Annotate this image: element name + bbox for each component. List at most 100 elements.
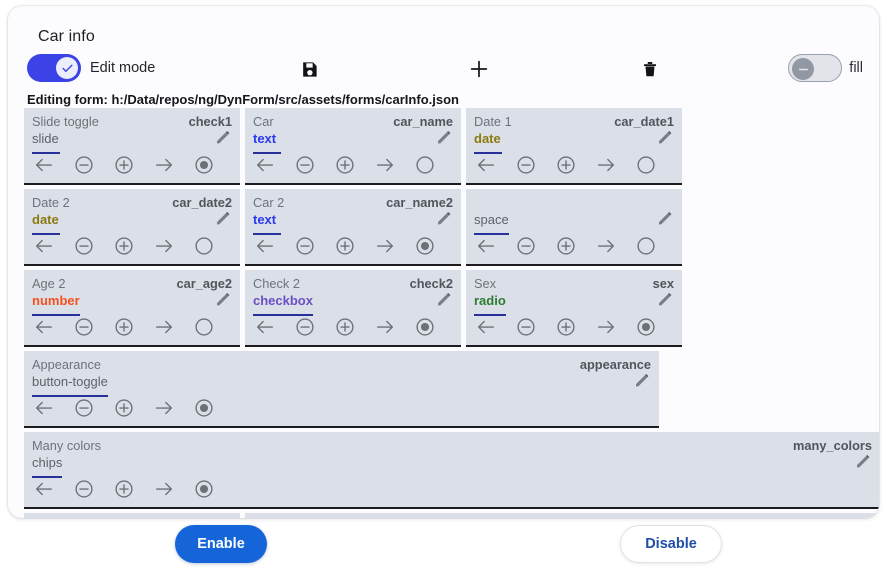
enable-button[interactable]: Enable	[175, 525, 267, 563]
circle-plus-icon[interactable]	[554, 315, 578, 339]
arrow-right-icon[interactable]	[152, 396, 176, 420]
arrow-left-icon[interactable]	[253, 153, 277, 177]
circle-plus-icon[interactable]	[112, 315, 136, 339]
arrow-left-icon[interactable]	[32, 315, 56, 339]
save-button[interactable]	[292, 56, 326, 82]
field-card[interactable]: space	[466, 189, 682, 266]
circle-minus-icon[interactable]	[293, 234, 317, 258]
circle-minus-icon[interactable]	[293, 153, 317, 177]
arrow-right-icon[interactable]	[152, 315, 176, 339]
circle-minus-icon[interactable]	[514, 315, 538, 339]
field-card[interactable]: City city autocomplete	[24, 513, 240, 518]
circle-plus-icon[interactable]	[333, 153, 357, 177]
edit-pencil-icon[interactable]	[435, 209, 453, 227]
arrow-right-icon[interactable]	[373, 234, 397, 258]
arrow-right-icon[interactable]	[152, 477, 176, 501]
field-card[interactable]: Many colors many_colors chips	[24, 432, 879, 509]
radio-circle-icon[interactable]	[192, 396, 216, 420]
radio-circle-icon[interactable]	[634, 234, 658, 258]
radio-circle-icon[interactable]	[634, 315, 658, 339]
field-card[interactable]: Date 1 car_date1 date	[466, 108, 682, 185]
edit-field-button[interactable]	[656, 290, 674, 313]
edit-field-button[interactable]	[435, 290, 453, 313]
edit-field-button[interactable]	[214, 128, 232, 151]
arrow-right-icon[interactable]	[594, 234, 618, 258]
arrow-left-icon[interactable]	[253, 315, 277, 339]
radio-circle-icon[interactable]	[413, 153, 437, 177]
arrow-left-icon[interactable]	[32, 477, 56, 501]
edit-pencil-icon[interactable]	[435, 290, 453, 308]
circle-plus-icon[interactable]	[112, 477, 136, 501]
circle-plus-icon[interactable]	[554, 234, 578, 258]
edit-pencil-icon[interactable]	[656, 209, 674, 227]
edit-field-button[interactable]	[633, 371, 651, 394]
arrow-left-icon[interactable]	[253, 234, 277, 258]
field-card[interactable]: Age 2 car_age2 number	[24, 270, 240, 347]
edit-field-button[interactable]	[214, 290, 232, 313]
arrow-right-icon[interactable]	[594, 315, 618, 339]
disable-button[interactable]: Disable	[620, 525, 722, 563]
arrow-left-icon[interactable]	[474, 315, 498, 339]
arrow-left-icon[interactable]	[474, 234, 498, 258]
circle-minus-icon[interactable]	[72, 234, 96, 258]
arrow-left-icon[interactable]	[32, 153, 56, 177]
arrow-right-icon[interactable]	[152, 153, 176, 177]
field-card[interactable]: Car car_name text	[245, 108, 461, 185]
radio-circle-icon[interactable]	[192, 315, 216, 339]
arrow-right-icon[interactable]	[594, 153, 618, 177]
edit-pencil-icon[interactable]	[854, 452, 872, 470]
edit-field-button[interactable]	[214, 209, 232, 232]
arrow-left-icon[interactable]	[32, 396, 56, 420]
edit-pencil-icon[interactable]	[435, 128, 453, 146]
field-card[interactable]: Check 2 check2 checkbox	[245, 270, 461, 347]
circle-plus-icon[interactable]	[112, 234, 136, 258]
circle-plus-icon[interactable]	[112, 153, 136, 177]
radio-circle-icon[interactable]	[413, 234, 437, 258]
edit-field-button[interactable]	[854, 452, 872, 475]
add-field-button[interactable]	[462, 56, 496, 82]
radio-circle-icon[interactable]	[634, 153, 658, 177]
edit-mode-switch[interactable]	[27, 54, 81, 82]
arrow-left-icon[interactable]	[474, 153, 498, 177]
field-card[interactable]: Sex sex radio	[466, 270, 682, 347]
circle-minus-icon[interactable]	[514, 234, 538, 258]
arrow-right-icon[interactable]	[373, 153, 397, 177]
circle-minus-icon[interactable]	[72, 153, 96, 177]
circle-plus-icon[interactable]	[112, 396, 136, 420]
fill-switch[interactable]	[788, 54, 843, 82]
delete-button[interactable]	[633, 56, 667, 82]
circle-plus-icon[interactable]	[554, 153, 578, 177]
field-card[interactable]: Slide toggle check1 slide	[24, 108, 240, 185]
edit-pencil-icon[interactable]	[633, 371, 651, 389]
edit-field-button[interactable]	[656, 128, 674, 151]
edit-field-button[interactable]	[656, 209, 674, 232]
arrow-left-icon[interactable]	[32, 234, 56, 258]
circle-minus-icon[interactable]	[514, 153, 538, 177]
edit-pencil-icon[interactable]	[656, 128, 674, 146]
edit-field-button[interactable]	[435, 128, 453, 151]
edit-mode-toggle-group[interactable]: Edit mode	[27, 54, 155, 82]
edit-pencil-icon[interactable]	[214, 290, 232, 308]
field-card[interactable]: Possible colors pcolor button-toggle-mul…	[245, 513, 879, 518]
circle-minus-icon[interactable]	[293, 315, 317, 339]
radio-circle-icon[interactable]	[413, 315, 437, 339]
field-card-type: radio	[474, 293, 506, 308]
circle-plus-icon[interactable]	[333, 315, 357, 339]
circle-plus-icon[interactable]	[333, 234, 357, 258]
radio-circle-icon[interactable]	[192, 234, 216, 258]
circle-minus-icon[interactable]	[72, 315, 96, 339]
fill-toggle-group[interactable]: fill	[788, 54, 863, 82]
field-card[interactable]: Date 2 car_date2 date	[24, 189, 240, 266]
arrow-right-icon[interactable]	[373, 315, 397, 339]
edit-pencil-icon[interactable]	[214, 209, 232, 227]
edit-pencil-icon[interactable]	[214, 128, 232, 146]
field-card[interactable]: Car 2 car_name2 text	[245, 189, 461, 266]
arrow-right-icon[interactable]	[152, 234, 176, 258]
circle-minus-icon[interactable]	[72, 477, 96, 501]
edit-pencil-icon[interactable]	[656, 290, 674, 308]
field-card[interactable]: Appearance appearance button-toggle	[24, 351, 659, 428]
radio-circle-icon[interactable]	[192, 477, 216, 501]
radio-circle-icon[interactable]	[192, 153, 216, 177]
edit-field-button[interactable]	[435, 209, 453, 232]
circle-minus-icon[interactable]	[72, 396, 96, 420]
